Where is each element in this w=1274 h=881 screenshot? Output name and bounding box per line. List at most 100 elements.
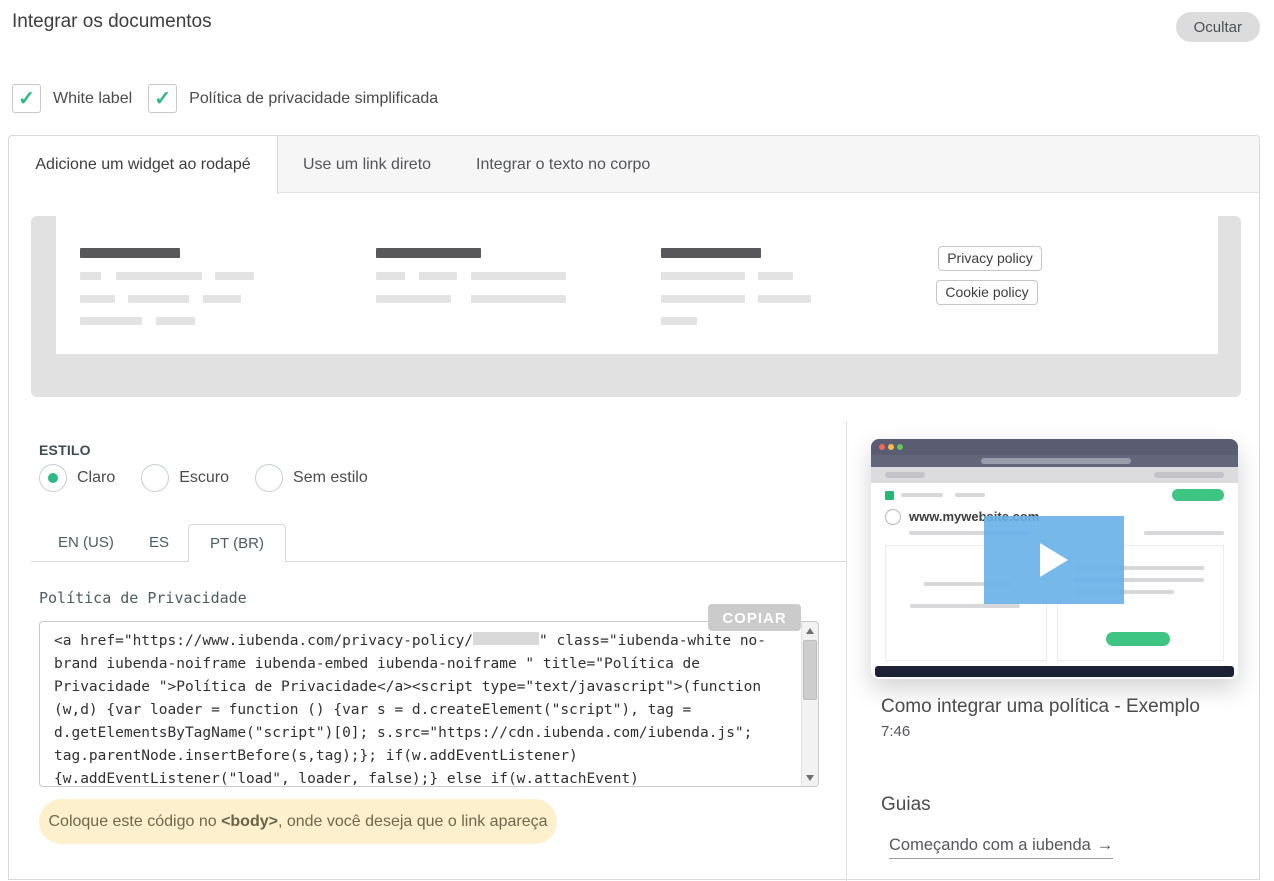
mock-green-button [1172,489,1224,501]
browser-url-bar [871,455,1238,467]
simplified-privacy-checkbox[interactable]: ✓ [148,84,177,113]
skeleton-bar [376,295,451,303]
video-title: Como integrar uma política - Exemplo [881,696,1200,718]
skeleton-bar [376,248,481,258]
traffic-light-red-icon [879,444,885,450]
radio-label: Escuro [179,469,229,487]
play-icon [1040,543,1068,577]
embed-field-label: Política de Privacidade [39,589,247,607]
style-option-light[interactable]: Claro [39,464,115,492]
mock-nav-bar [955,493,985,497]
skeleton-bar [156,317,195,325]
page-title: Integrar os documentos [12,11,212,33]
browser-chrome-bar [871,439,1238,455]
checkmark-icon: ✓ [154,89,171,109]
skeleton-bar [758,295,811,303]
iubenda-logo-mock [885,491,894,500]
guides-heading: Guias [881,794,931,816]
radio-button[interactable] [141,464,169,492]
embed-code-text: <a href="https://www.iubenda.com/privacy… [40,622,800,786]
video-thumbnail[interactable]: www.mywebsite.com [871,439,1238,679]
skeleton-bar [80,272,101,280]
skeleton-bar [471,295,566,303]
video-progress-bar [875,666,1234,677]
copy-button[interactable]: COPIAR [708,604,801,631]
style-section-label: ESTILO [39,442,91,458]
tab-widget-footer[interactable]: Adicione um widget ao rodapé [9,136,278,194]
style-option-no-style[interactable]: Sem estilo [255,464,368,492]
embed-code-textarea[interactable]: <a href="https://www.iubenda.com/privacy… [39,621,819,787]
scroll-down-arrow-icon[interactable] [802,769,818,786]
mock-generate-button [1106,632,1170,646]
language-tab-pt-br[interactable]: PT (BR) [188,524,286,562]
simplified-privacy-option[interactable]: ✓ Política de privacidade simplificada [148,84,438,113]
mock-meta-bar [1144,531,1224,535]
cookie-policy-preview-button[interactable]: Cookie policy [936,280,1038,305]
integration-page: { "header": { "title": "Integrar os docu… [0,0,1274,864]
play-button[interactable] [984,516,1124,604]
footer-preview-page: Privacy policy Cookie policy [56,216,1218,354]
mock-nav-bar [901,493,943,497]
skeleton-bar [661,317,697,325]
traffic-light-green-icon [897,444,903,450]
option-label: White label [53,90,132,108]
traffic-light-yellow-icon [888,444,894,450]
privacy-policy-preview-button[interactable]: Privacy policy [938,246,1042,271]
skeleton-bar [471,272,566,280]
skeleton-bar [116,272,202,280]
integration-tab-bar: Adicione um widget ao rodapé Use um link… [9,136,1259,193]
skeleton-bar [661,248,761,258]
url-pill [981,458,1131,464]
option-label: Política de privacidade simplificada [189,90,438,108]
style-radio-group: Claro Escuro Sem estilo [39,464,394,492]
radio-label: Sem estilo [293,469,368,487]
notice-text: , onde você deseja que o link apareça [278,813,548,830]
guide-link-label: Começando com a iubenda [889,836,1091,854]
skeleton-bar [419,272,457,280]
notice-body-tag: <body> [221,813,278,830]
hide-button[interactable]: Ocultar [1176,12,1260,42]
scroll-up-arrow-icon[interactable] [802,622,818,639]
toolbar-pill [885,472,925,478]
video-duration: 7:46 [881,723,910,740]
textarea-scrollbar[interactable] [801,622,818,786]
document-options: ✓ White label ✓ Política de privacidade … [12,84,438,113]
integration-card: Adicione um widget ao rodapé Use um link… [8,135,1260,880]
toolbar-pill [1154,472,1224,478]
skeleton-bar [661,272,745,280]
placement-notice: Coloque este código no <body>, onde você… [39,799,557,844]
skeleton-bar [128,295,189,303]
skeleton-bar [80,248,180,258]
code-segment: " class="iubenda-white no-brand iubenda-… [54,633,770,786]
scrollbar-thumb[interactable] [803,640,817,700]
guide-link-getting-started[interactable]: Começando com a iubenda → [889,836,1113,859]
skeleton-bar [203,295,241,303]
skeleton-bar [80,317,142,325]
skeleton-bar [758,272,793,280]
code-segment: <a href="https://www.iubenda.com/privacy… [54,633,473,649]
white-label-option[interactable]: ✓ White label [12,84,132,113]
notice-text: Coloque este código no [48,813,221,830]
tab-direct-link[interactable]: Use um link direto [303,136,431,193]
mock-text-bar [910,604,1020,608]
radio-button[interactable] [39,464,67,492]
sidebar-divider [846,421,847,881]
site-monitor-icon [885,509,901,525]
skeleton-bar [661,295,745,303]
language-tab-es[interactable]: ES [149,524,169,562]
skeleton-bar [80,295,115,303]
browser-toolbar [871,467,1238,483]
radio-label: Claro [77,469,115,487]
radio-selected-dot [48,473,58,483]
language-tab-en-us[interactable]: EN (US) [58,524,114,562]
footer-preview: Privacy policy Cookie policy [31,216,1241,397]
checkmark-icon: ✓ [18,89,35,109]
redacted-policy-id [473,632,539,645]
skeleton-bar [215,272,254,280]
radio-button[interactable] [255,464,283,492]
tab-embed-body[interactable]: Integrar o texto no corpo [476,136,650,193]
skeleton-bar [376,272,405,280]
style-option-dark[interactable]: Escuro [141,464,229,492]
white-label-checkbox[interactable]: ✓ [12,84,41,113]
arrow-right-icon: → [1097,836,1114,854]
